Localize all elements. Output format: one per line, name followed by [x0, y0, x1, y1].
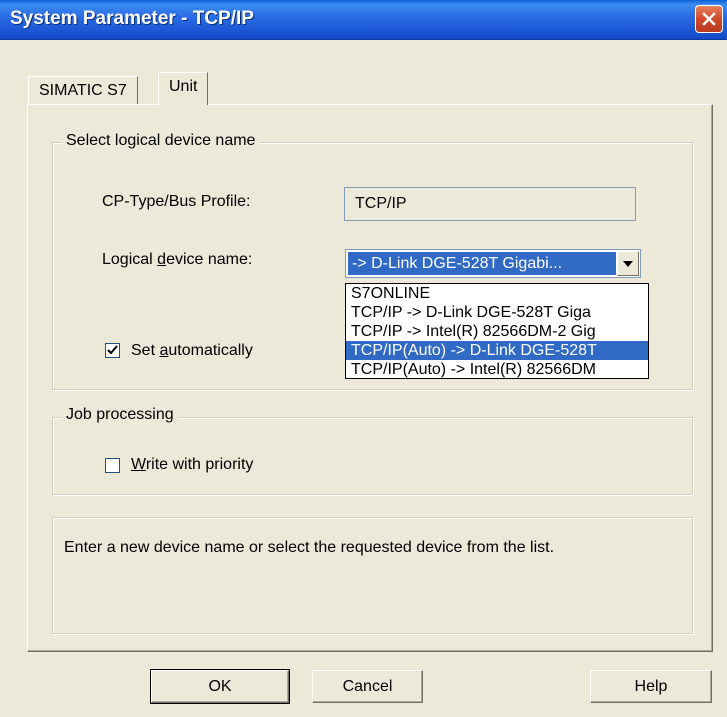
write-with-priority-label[interactable]: Write with priority	[131, 456, 253, 474]
close-button[interactable]	[695, 5, 723, 33]
chevron-down-icon	[623, 260, 633, 267]
dropdown-item[interactable]: S7ONLINE	[346, 284, 648, 303]
ok-button[interactable]: OK	[150, 669, 290, 704]
job-processing-legend: Job processing	[62, 406, 178, 424]
help-button[interactable]: Help	[590, 670, 712, 703]
tab-unit[interactable]: Unit	[158, 72, 209, 105]
set-automatically-checkbox[interactable]	[105, 343, 120, 358]
cp-type-label: CP-Type/Bus Profile:	[102, 193, 251, 210]
logical-device-name-value: -> D-Link DGE-528T Gigabi...	[348, 252, 616, 275]
dropdown-item[interactable]: TCP/IP -> D-Link DGE-528T Giga	[346, 303, 648, 322]
close-icon	[702, 12, 716, 26]
info-box	[52, 517, 693, 634]
tab-simatic-s7[interactable]: SIMATIC S7	[28, 76, 138, 104]
logical-device-group-legend: Select logical device name	[62, 132, 260, 150]
cp-type-field: TCP/IP	[344, 187, 636, 221]
logical-device-dropdown-list[interactable]: S7ONLINE TCP/IP -> D-Link DGE-528T Giga …	[345, 283, 649, 379]
logical-device-name-combobox[interactable]: -> D-Link DGE-528T Gigabi...	[345, 249, 641, 278]
write-with-priority-checkbox[interactable]	[105, 458, 120, 473]
logical-device-name-label: Logical device name:	[102, 251, 253, 268]
dropdown-button[interactable]	[617, 251, 639, 276]
title-bar[interactable]: System Parameter - TCP/IP	[0, 0, 727, 40]
cancel-button[interactable]: Cancel	[312, 670, 423, 703]
dropdown-item[interactable]: TCP/IP -> Intel(R) 82566DM-2 Gig	[346, 322, 648, 341]
window-title: System Parameter - TCP/IP	[10, 8, 254, 29]
dropdown-item-selected[interactable]: TCP/IP(Auto) -> D-Link DGE-528T	[346, 341, 648, 360]
checkmark-icon	[107, 345, 118, 355]
set-automatically-label[interactable]: Set automatically	[131, 342, 253, 360]
dropdown-item[interactable]: TCP/IP(Auto) -> Intel(R) 82566DM	[346, 360, 648, 378]
info-text: Enter a new device name or select the re…	[64, 539, 555, 556]
